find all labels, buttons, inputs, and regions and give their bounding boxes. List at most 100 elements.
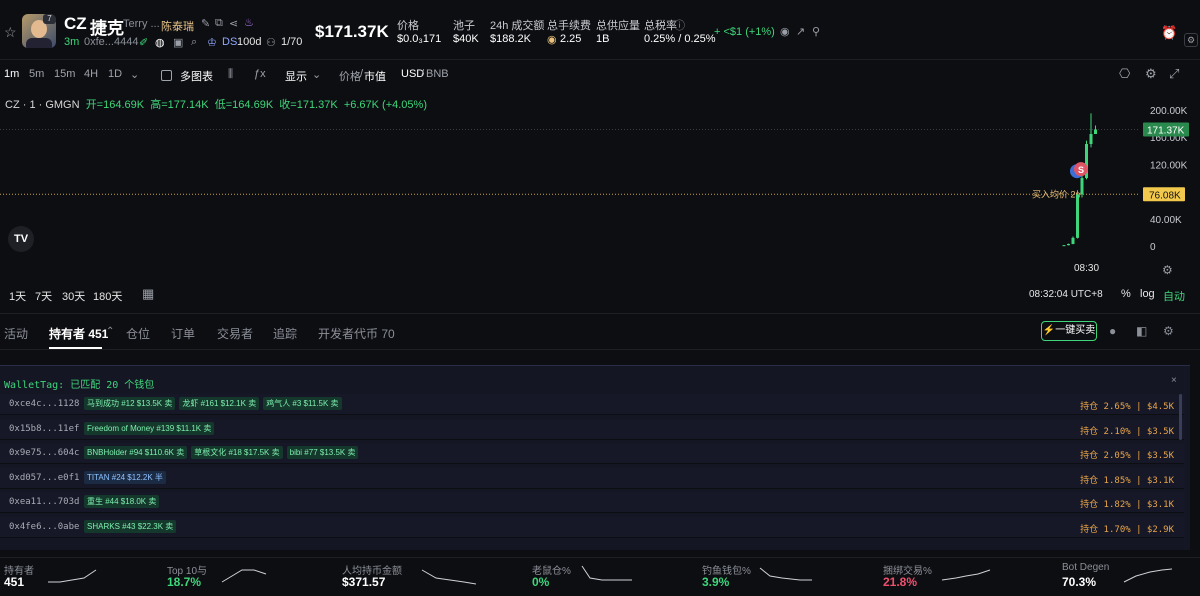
stat-volume-value: $188.2K [490,33,531,45]
wallet-tag-chip[interactable]: Freedom of Money #139 $11.1K 卖 [84,421,215,435]
footer-sparklines [48,565,1173,585]
wallet-address[interactable]: 0x4fe6...0abe [9,522,79,532]
toggle-mcap[interactable]: 市值 [364,68,386,84]
wallet-tag-chip[interactable]: 草根文化 #18 $17.5K 卖 [191,446,283,459]
pen-icon[interactable]: ✐ [139,36,148,49]
range-180d[interactable]: 180天 [93,288,122,304]
favorite-star-icon[interactable]: ☆ [4,24,17,41]
wallet-tag-chip[interactable]: TITAN #24 $12.2K 半 [84,470,166,484]
stat-tax-label: 总税率 [644,20,677,32]
tab-settings-icon[interactable]: ⚙ [1163,324,1174,338]
globe-icon[interactable]: ◍ [155,36,165,49]
wallet-row[interactable]: 0x4fe6...0abe SHARKS #43 $22.3K 卖 持仓 1.70%… [0,516,1184,538]
range-30d[interactable]: 30天 [62,288,85,304]
wallet-address[interactable]: 0xce4c...1128 [9,399,79,409]
wallet-address[interactable]: 0xd057...e0f1 [9,473,79,483]
market-cap: $171.37K [315,22,389,41]
wallet-tag-chip[interactable]: 马到成功 #12 $13.5K 卖 [84,397,176,410]
close-icon[interactable]: × [1171,375,1177,386]
display-menu[interactable]: 显示 [285,68,307,84]
price-chart[interactable]: CZ · 1 · GMGN 开=164.69K 高=177.14K 低=164.… [0,88,1200,314]
wallet-row[interactable]: 0x15b8...11ef Freedom of Money #139 $11.1… [0,418,1184,440]
candle-type-icon[interactable]: ⫼ [228,68,233,81]
wallet-address[interactable]: 0xea11...703d [9,497,79,507]
settings-gear-icon[interactable]: ⚙ [1145,66,1157,82]
range-1d[interactable]: 1天 [9,288,26,304]
indicator-icon[interactable]: ƒx [254,68,266,80]
wallet-row[interactable]: 0x9e75...604c BNBHolder #94 $110.6K 卖草根文化… [0,443,1184,464]
tab-tracking[interactable]: 追踪 [273,325,297,342]
edit-icon[interactable]: ✎ [201,17,210,30]
toggle-divider: / [360,68,364,80]
search-icon[interactable]: ⌕ [191,36,197,49]
fullscreen-icon[interactable]: ⤢ [1169,66,1179,82]
sparkline-bot [1123,568,1173,583]
wallet-tag-chip[interactable]: bibi #77 $13.5K 卖 [286,446,359,459]
calendar-icon[interactable]: ▦ [142,286,154,302]
tab-positions[interactable]: 仓位 [126,325,150,342]
auto-toggle[interactable]: 自动 [1163,288,1185,304]
percent-toggle[interactable]: % [1121,288,1131,300]
eye-icon[interactable]: ◉ [780,25,790,38]
chevron-down-icon[interactable]: ⌄ [130,68,139,81]
external-link-icon[interactable]: ↗ [796,25,805,38]
interval-5m[interactable]: 5m [29,68,44,80]
tab-orders[interactable]: 订单 [171,325,195,342]
flame-icon: ♨ [244,17,254,29]
stat-fees-label: 总手续费 [547,20,591,32]
tab-dev-tokens[interactable]: 开发者代币 70 [318,325,395,342]
scrollbar[interactable] [1179,394,1182,440]
wallet-tag-chip[interactable]: 龙虾 #161 $12.1K 卖 [179,397,260,410]
ds-label[interactable]: DS [222,36,237,48]
interval-4h[interactable]: 4H [84,68,98,80]
display-chevron-icon[interactable]: ⌄ [312,68,321,81]
sparkline-bundle [941,569,991,581]
wallet-holding: 持仓 1.82% | $3.1K [1080,500,1174,510]
pin-icon[interactable]: ⚲ [812,25,820,38]
settings-icon[interactable]: ⚙ [1184,33,1198,47]
creator-short[interactable]: Terry ... [123,18,160,30]
quick-trade-button[interactable]: ⚡一键买卖 [1041,321,1097,341]
multichart-label[interactable]: 多图表 [180,68,213,84]
stat-volume-label: 24h 成交额 [490,20,545,32]
log-toggle[interactable]: log [1140,288,1155,300]
wallet-tag-chip[interactable]: SHARKS #43 $22.3K 卖 [84,519,177,533]
sparkline-avg [421,569,477,585]
chat-icon[interactable]: ▣ [173,36,183,49]
wallet-address[interactable]: 0x15b8...11ef [9,424,79,434]
camera-icon[interactable]: ⎔ [1119,66,1130,82]
wallet-row[interactable]: 0xea11...703d 重生 #44 $18.0K 卖 持仓 1.82% | $… [0,492,1184,513]
axis-settings-icon[interactable]: ⚙ [1162,263,1173,277]
stat-pool-value: $40K [453,33,479,45]
tab-holders[interactable]: 持有者 451 [49,325,108,342]
wallet-tag-chip[interactable]: BNBHolder #94 $110.6K 卖 [84,446,188,459]
wallet-address[interactable]: 0x9e75...604c [9,448,79,458]
contract-address[interactable]: 0xfe...4444 [84,36,138,48]
tab-traders[interactable]: 交易者 [217,325,253,342]
share-icon[interactable]: ⋖ [229,17,238,30]
wallet-row[interactable]: 0xd057...e0f1 TITAN #24 $12.2K 半 持仓 1.85% … [0,467,1184,489]
panel-icon[interactable]: ◧ [1136,324,1147,338]
interval-1m[interactable]: 1m [4,68,19,80]
range-7d[interactable]: 7天 [35,288,52,304]
wallet-tag-chip[interactable]: 重生 #44 $18.0K 卖 [84,495,160,508]
age-days: 100d [237,36,262,48]
bubble-icon[interactable]: ● [1109,324,1116,338]
interval-1d[interactable]: 1D [108,68,122,80]
currency-bnb[interactable]: BNB [426,68,449,80]
help-icon[interactable]: ⓘ [674,17,685,33]
wallet-row[interactable]: 0xce4c...1128 马到成功 #12 $13.5K 卖龙虾 #161 $1… [0,394,1184,415]
wallet-tag-chip[interactable]: 鸡气人 #3 $11.5K 卖 [263,397,342,410]
multichart-checkbox[interactable] [161,70,172,81]
interval-15m[interactable]: 15m [54,68,75,80]
toggle-price[interactable]: 价格 [339,68,361,84]
copy-icon[interactable]: ⧉ [215,17,223,30]
alarm-icon[interactable]: ⏰ [1161,25,1177,41]
x-axis-label: 08:30 [1074,263,1100,274]
sparkline-rat [581,565,632,581]
tab-activity[interactable]: 活动 [4,325,28,342]
avatar-badge: 7 [43,14,56,24]
tab-chevron-icon[interactable]: ⌃ [106,326,114,337]
creator-alias[interactable]: 陈泰瑞 [161,18,194,34]
tradingview-logo[interactable]: TV [8,226,34,252]
